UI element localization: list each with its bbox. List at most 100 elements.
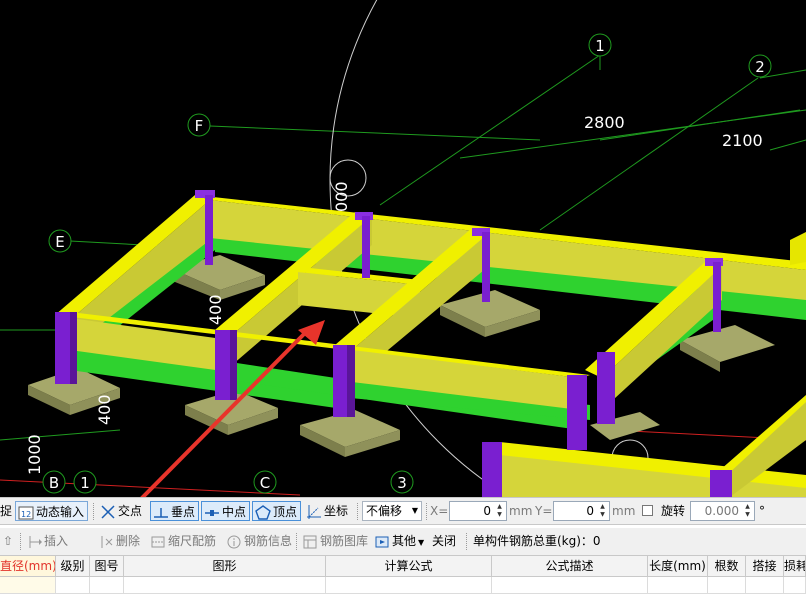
other-menu-button[interactable]: 其他 ▼: [372, 531, 427, 551]
axis-bubble-F: F: [195, 117, 204, 135]
y-input[interactable]: 0 ▲ ▼: [553, 501, 610, 521]
axis-bubble-B: B: [49, 474, 59, 492]
snap-coordinate-button[interactable]: 坐标: [304, 501, 351, 521]
other-icon: [374, 534, 390, 550]
rebar-library-icon: [302, 534, 318, 550]
y-label: Y=: [535, 504, 553, 518]
rotate-checkbox[interactable]: [642, 505, 653, 516]
scale-rebar-button[interactable]: 缩尺配筋: [148, 531, 219, 551]
axis-bubble-1: 1: [595, 37, 605, 55]
separator: [357, 503, 359, 520]
close-button[interactable]: 关闭: [430, 531, 459, 551]
offset-select-value: 不偏移: [366, 504, 403, 518]
scale-rebar-icon: [150, 534, 166, 550]
dimension-2800: 2800: [584, 113, 625, 132]
rebar-info-label: 钢筋信息: [244, 534, 293, 548]
table-cell[interactable]: [648, 577, 708, 594]
column-header-diameter[interactable]: 直径(mm): [0, 556, 56, 577]
delete-label: 删除: [116, 534, 141, 548]
dimension-400-a: 400: [206, 294, 225, 325]
chevron-down-icon: ▼: [411, 506, 418, 515]
column-header-loss[interactable]: 损耗: [784, 556, 806, 577]
x-unit: mm: [509, 504, 533, 518]
table-cell[interactable]: [90, 577, 124, 594]
table-cell[interactable]: [708, 577, 746, 594]
perpendicular-icon: [153, 505, 169, 521]
column-header-count[interactable]: 根数: [708, 556, 746, 577]
column-header-formula[interactable]: 计算公式: [326, 556, 492, 577]
midpoint-label: 中点: [222, 505, 247, 519]
axis-bubble-3: 3: [397, 474, 407, 492]
rebar-library-button[interactable]: 钢筋图库: [300, 531, 371, 551]
dynamic-input-icon: 12: [18, 505, 34, 521]
dimension-000: 000: [332, 181, 351, 212]
axis-bubble-1b: 1: [80, 474, 90, 492]
dimension-2100: 2100: [722, 131, 763, 150]
x-spinner[interactable]: ▲ ▼: [494, 503, 505, 519]
column-header-formula-desc[interactable]: 公式描述: [492, 556, 648, 577]
dynamic-input-button[interactable]: 12 动态输入: [15, 501, 89, 521]
table-cell[interactable]: [746, 577, 784, 594]
snap-toolbar: 捉 12 动态输入 交点 垂点 中点 顶点 坐标 不偏移 ▼ X= 0 ▲ ▼ mm …: [0, 497, 806, 525]
table-cell[interactable]: [492, 577, 648, 594]
3d-viewport[interactable]: 2800 2100 400 400 1000 000 1 2 F E B 1 C…: [0, 0, 806, 497]
snap-vertex-button[interactable]: 顶点: [252, 501, 302, 521]
separator: [20, 533, 22, 550]
rotate-input[interactable]: 0.000 ▲ ▼: [690, 501, 755, 521]
axis-bubble-E: E: [55, 233, 64, 251]
table-cell[interactable]: [124, 577, 326, 594]
y-spinner[interactable]: ▲ ▼: [597, 503, 608, 519]
table-cell[interactable]: [326, 577, 492, 594]
rebar-library-label: 钢筋图库: [320, 534, 369, 548]
rotate-label: 旋转: [661, 504, 686, 518]
degree-symbol: °: [759, 504, 765, 518]
coordinate-icon: [306, 504, 322, 520]
vertex-label: 顶点: [273, 505, 298, 519]
dimension-400-b: 400: [95, 394, 114, 425]
column-header-shape[interactable]: 图形: [124, 556, 326, 577]
insert-icon: [26, 534, 42, 550]
move-up-icon[interactable]: ⇧: [3, 531, 13, 552]
rotate-input-value: 0.000: [704, 504, 739, 518]
separator: [93, 503, 95, 520]
scale-rebar-label: 缩尺配筋: [168, 534, 217, 548]
x-label: X=: [430, 504, 449, 518]
column-header-lap[interactable]: 搭接: [746, 556, 784, 577]
column-header-length[interactable]: 长度(mm): [648, 556, 708, 577]
snap-midpoint-button[interactable]: 中点: [201, 501, 251, 521]
delete-button[interactable]: 删除: [96, 531, 143, 551]
midpoint-icon: [204, 505, 220, 521]
y-input-value: 0: [586, 504, 594, 518]
table-cell[interactable]: [0, 577, 56, 594]
svg-text:12: 12: [21, 510, 31, 519]
vertex-icon: [255, 504, 271, 521]
rebar-table: 直径(mm) 级别 图号 图形 计算公式 公式描述 长度(mm) 根数 搭接 损…: [0, 556, 806, 606]
table-cell[interactable]: [56, 577, 90, 594]
dimension-1000: 1000: [25, 434, 44, 475]
coordinate-label: 坐标: [324, 504, 349, 518]
column-header-figure-no[interactable]: 图号: [90, 556, 124, 577]
intersection-label: 交点: [118, 504, 143, 518]
dynamic-input-label: 动态输入: [36, 505, 85, 519]
y-unit: mm: [612, 504, 636, 518]
axis-bubble-C: C: [260, 474, 270, 492]
rebar-info-button[interactable]: 钢筋信息: [224, 531, 295, 551]
separator: [426, 503, 428, 520]
rebar-toolbar: ⇧ 插入 删除 缩尺配筋 钢筋信息 钢筋图库 其他 ▼ 关闭 单构件钢筋总重(kg…: [0, 528, 806, 556]
chevron-down-icon: ▼: [418, 538, 425, 547]
total-weight-label: 单构件钢筋总重(kg)：0: [473, 534, 601, 548]
rotate-spinner[interactable]: ▲ ▼: [742, 503, 753, 519]
snap-intersection-button[interactable]: 交点: [98, 501, 145, 521]
x-input[interactable]: 0 ▲ ▼: [449, 501, 507, 521]
model-canvas[interactable]: 2800 2100 400 400 1000 000 1 2 F E B 1 C…: [0, 0, 806, 497]
delete-icon: [98, 534, 114, 550]
snap-label-partial[interactable]: 捉: [0, 501, 12, 522]
snap-perpendicular-button[interactable]: 垂点: [150, 501, 200, 521]
other-label: 其他: [392, 534, 417, 548]
insert-label: 插入: [44, 534, 69, 548]
insert-button[interactable]: 插入: [24, 531, 71, 551]
column-header-grade[interactable]: 级别: [56, 556, 90, 577]
offset-select[interactable]: 不偏移 ▼: [362, 501, 422, 521]
x-input-value: 0: [483, 504, 491, 518]
table-cell[interactable]: [784, 577, 806, 594]
